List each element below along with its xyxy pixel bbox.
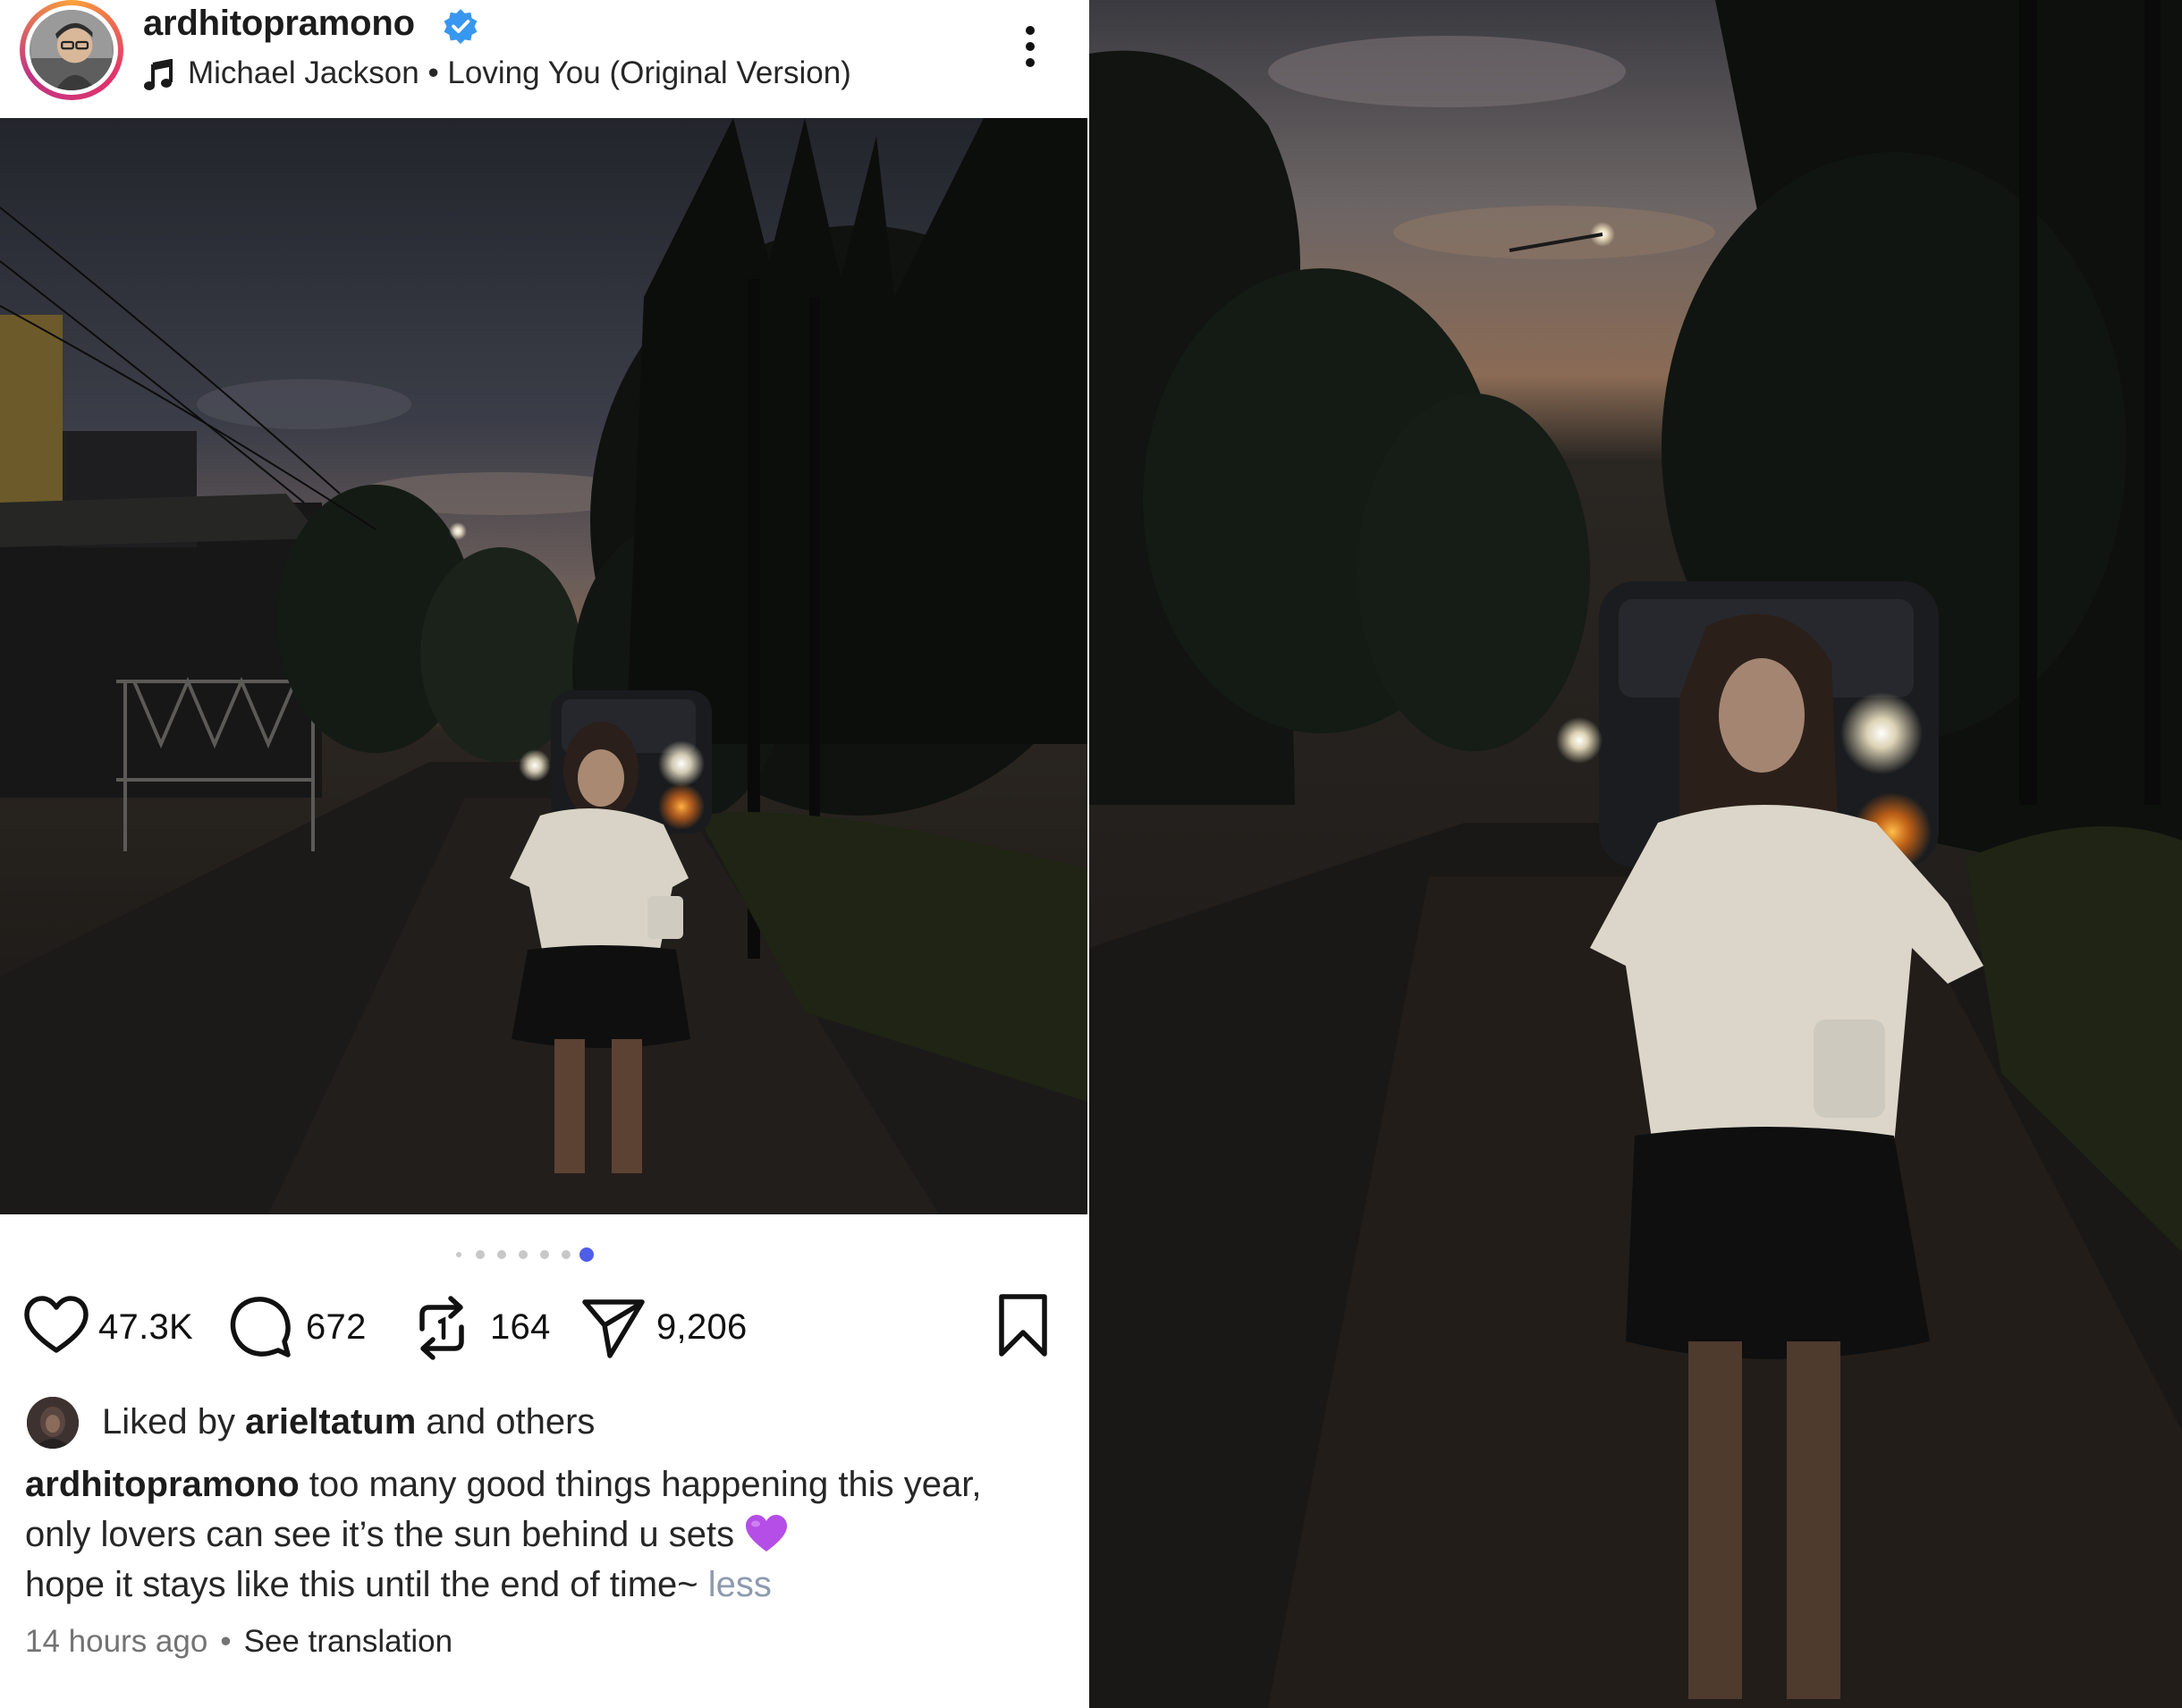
caption-author[interactable]: ardhitopramono bbox=[25, 1465, 300, 1504]
send-icon[interactable] bbox=[581, 1295, 646, 1359]
post-caption: ardhitopramono too many good things happ… bbox=[25, 1459, 1071, 1610]
carousel-dot-active[interactable] bbox=[579, 1247, 594, 1262]
carousel-dot[interactable] bbox=[476, 1250, 485, 1259]
avatar[interactable] bbox=[25, 5, 118, 95]
caption-text-1: too many good things happening this year… bbox=[309, 1465, 982, 1504]
carousel-dot[interactable] bbox=[519, 1250, 528, 1259]
caption-text-2: only lovers can see it’s the sun behind … bbox=[25, 1515, 735, 1554]
comment-bubble-icon[interactable] bbox=[229, 1295, 293, 1359]
liked-by-row: Liked by arieltatum and others bbox=[27, 1391, 1055, 1450]
liked-by-text: Liked by arieltatum and others bbox=[102, 1402, 595, 1442]
verified-badge-icon bbox=[444, 9, 478, 45]
story-ring[interactable] bbox=[20, 0, 123, 100]
caption-less-link[interactable]: less bbox=[708, 1565, 772, 1604]
zoomed-photo bbox=[1089, 0, 2182, 1708]
caption-text-3: hope it stays like this until the end of… bbox=[25, 1565, 698, 1604]
liked-by-username[interactable]: arieltatum bbox=[245, 1402, 416, 1442]
liked-by-suffix[interactable]: and others bbox=[426, 1402, 595, 1442]
liked-by-avatar-image bbox=[27, 1397, 79, 1449]
post-timestamp: 14 hours ago bbox=[25, 1624, 208, 1659]
carousel-dot[interactable] bbox=[497, 1250, 506, 1259]
more-vertical-icon[interactable] bbox=[1014, 23, 1046, 73]
bookmark-icon[interactable] bbox=[994, 1293, 1052, 1357]
heart-icon[interactable] bbox=[23, 1295, 89, 1356]
carousel-dot[interactable] bbox=[456, 1252, 461, 1257]
carousel-dot[interactable] bbox=[540, 1250, 549, 1259]
liked-by-avatar[interactable] bbox=[27, 1397, 79, 1449]
post-media[interactable] bbox=[0, 118, 1087, 1214]
action-bar: 47.3K 672 164 9,206 bbox=[0, 1291, 1087, 1372]
see-translation-link[interactable]: See translation bbox=[244, 1624, 452, 1659]
post-username[interactable]: ardhitopramono bbox=[143, 4, 415, 44]
caption-line-2: only lovers can see it’s the sun behind … bbox=[25, 1509, 1071, 1560]
share-count[interactable]: 9,206 bbox=[656, 1307, 748, 1348]
instagram-post: ardhitopramono Michael Jackson • Loving … bbox=[0, 0, 1087, 1708]
audio-track-link[interactable]: Michael Jackson • Loving You (Original V… bbox=[188, 55, 851, 91]
music-note-icon bbox=[144, 59, 173, 90]
avatar-image bbox=[31, 10, 112, 90]
zoomed-photo-panel bbox=[1089, 0, 2182, 1708]
meta-separator: • bbox=[220, 1624, 232, 1659]
liked-by-prefix: Liked by bbox=[102, 1402, 235, 1442]
carousel-indicator bbox=[0, 1245, 1087, 1263]
purple-heart-emoji-icon bbox=[746, 1515, 788, 1552]
comment-count[interactable]: 672 bbox=[306, 1307, 367, 1348]
caption-line-3: hope it stays like this until the end of… bbox=[25, 1560, 1071, 1610]
post-photo bbox=[0, 118, 1087, 1214]
repost-icon[interactable] bbox=[413, 1295, 470, 1361]
like-count[interactable]: 47.3K bbox=[98, 1307, 193, 1348]
post-meta: 14 hours ago • See translation bbox=[25, 1624, 452, 1660]
carousel-dot[interactable] bbox=[562, 1250, 571, 1259]
post-header: ardhitopramono Michael Jackson • Loving … bbox=[0, 0, 1087, 118]
repost-count[interactable]: 164 bbox=[490, 1307, 551, 1348]
caption-line-1: ardhitopramono too many good things happ… bbox=[25, 1459, 1071, 1509]
